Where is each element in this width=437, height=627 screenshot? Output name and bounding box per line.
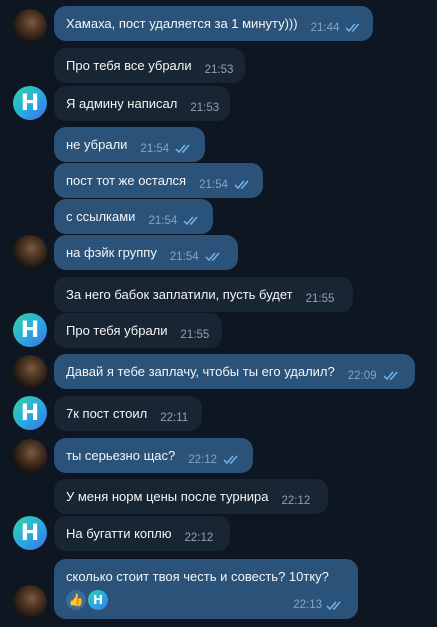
message-text: У меня норм цены после турнира bbox=[66, 489, 269, 504]
message-time: 21:54 bbox=[199, 178, 228, 191]
message-text: пост тот же остался bbox=[66, 173, 187, 188]
message-outgoing[interactable]: Давай я тебе заплачу, чтобы ты его удали… bbox=[54, 354, 415, 389]
avatar-sender[interactable] bbox=[13, 9, 47, 43]
message-incoming[interactable]: Про тебя убрали 21:55 bbox=[54, 313, 222, 348]
double-check-icon bbox=[382, 371, 398, 380]
message-time: 21:55 bbox=[180, 328, 210, 341]
double-check-icon bbox=[326, 601, 341, 611]
message-text: сколько стоит твоя честь и совесть? 10тк… bbox=[66, 569, 329, 584]
message-text: Про тебя убрали bbox=[66, 323, 168, 338]
message-text: За него бабок заплатили, пусть будет bbox=[66, 287, 293, 302]
message-outgoing[interactable]: не убрали 21:54 bbox=[54, 127, 205, 162]
message-text: с ссылками bbox=[66, 209, 136, 224]
avatar-sender[interactable] bbox=[13, 439, 47, 473]
message-incoming[interactable]: 7к пост стоил 22:11 bbox=[54, 396, 202, 431]
message-time: 21:53 bbox=[190, 101, 220, 114]
message-outgoing-with-reactions[interactable]: сколько стоит твоя честь и совесть? 10тк… bbox=[54, 559, 358, 619]
message-time: 22:12 bbox=[281, 494, 311, 507]
avatar-contact[interactable]: H bbox=[13, 86, 47, 120]
message-outgoing[interactable]: Хамаха, пост удаляется за 1 минуту))) 21… bbox=[54, 6, 373, 41]
message-time: 21:54 bbox=[169, 250, 199, 263]
message-incoming[interactable]: На бугатти коплю 22:12 bbox=[54, 516, 230, 551]
message-outgoing[interactable]: ты серьезно щас? 22:12 bbox=[54, 438, 253, 473]
message-text: 7к пост стоил bbox=[66, 406, 148, 421]
avatar-contact[interactable]: H bbox=[13, 313, 47, 347]
thumbs-up-reaction-icon[interactable]: 👍 bbox=[66, 590, 86, 610]
message-time: 22:13 bbox=[293, 599, 322, 611]
message-time: 22:09 bbox=[347, 369, 377, 382]
message-incoming[interactable]: Я админу написал 21:53 bbox=[54, 86, 230, 121]
message-time: 22:12 bbox=[184, 531, 214, 544]
avatar-sender[interactable] bbox=[13, 235, 47, 269]
avatar-sender[interactable] bbox=[13, 355, 47, 389]
double-check-icon bbox=[234, 180, 249, 189]
message-time: 21:54 bbox=[140, 142, 170, 155]
message-time: 21:54 bbox=[148, 214, 178, 227]
message-time: 22:12 bbox=[188, 453, 218, 466]
double-check-icon bbox=[345, 23, 360, 32]
avatar-contact[interactable]: H bbox=[13, 396, 47, 430]
message-time: 21:55 bbox=[305, 292, 335, 305]
message-outgoing[interactable]: пост тот же остался 21:54 bbox=[54, 163, 263, 198]
message-text: На бугатти коплю bbox=[66, 526, 172, 541]
avatar-sender[interactable] bbox=[13, 585, 47, 619]
message-text: Я админу написал bbox=[66, 96, 178, 111]
message-outgoing[interactable]: с ссылками 21:54 bbox=[54, 199, 213, 234]
message-time: 21:53 bbox=[204, 63, 234, 76]
reactions[interactable]: 👍 H bbox=[66, 590, 108, 610]
reactor-avatar: H bbox=[88, 590, 108, 610]
avatar-contact[interactable]: H bbox=[13, 516, 47, 550]
message-text: Хамаха, пост удаляется за 1 минуту))) bbox=[66, 16, 298, 31]
message-text: Давай я тебе заплачу, чтобы ты его удали… bbox=[66, 364, 335, 379]
message-incoming[interactable]: У меня норм цены после турнира 22:12 bbox=[54, 479, 328, 514]
double-check-icon bbox=[205, 252, 220, 261]
message-text: на фэйк группу bbox=[66, 245, 157, 260]
message-outgoing[interactable]: на фэйк группу 21:54 bbox=[54, 235, 238, 270]
message-time: 21:44 bbox=[310, 21, 340, 34]
double-check-icon bbox=[223, 455, 238, 464]
message-text: ты серьезно щас? bbox=[66, 448, 176, 463]
double-check-icon bbox=[183, 216, 198, 225]
message-incoming[interactable]: За него бабок заплатили, пусть будет 21:… bbox=[54, 277, 353, 312]
message-time: 22:11 bbox=[160, 411, 189, 424]
double-check-icon bbox=[175, 144, 190, 153]
message-text: Про тебя все убрали bbox=[66, 58, 192, 73]
message-text: не убрали bbox=[66, 137, 128, 152]
message-incoming[interactable]: Про тебя все убрали 21:53 bbox=[54, 48, 245, 83]
